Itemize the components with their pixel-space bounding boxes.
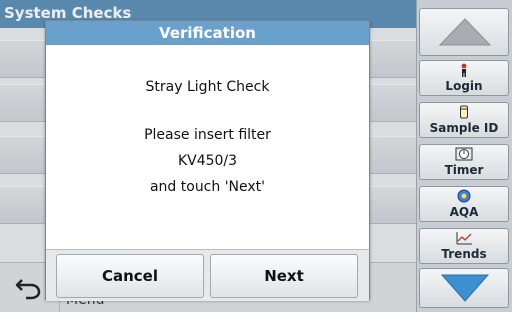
aqa-button[interactable]: AQA — [419, 186, 509, 222]
sample-id-label: Sample ID — [429, 121, 499, 135]
dialog-filter-name: KV450/3 — [177, 153, 238, 169]
trends-button[interactable]: Trends — [419, 228, 509, 264]
login-button[interactable]: Login — [419, 60, 509, 96]
person-icon — [420, 63, 508, 80]
next-button[interactable]: Next — [210, 254, 358, 298]
triangle-up-icon — [438, 18, 492, 46]
dialog-instruction-line3: and touch 'Next' — [149, 179, 266, 195]
dialog-instruction-line1: Please insert filter — [144, 127, 271, 143]
dialog-heading: Stray Light Check — [145, 79, 270, 95]
timer-icon — [420, 147, 508, 164]
verification-dialog: Verification Stray Light Check Please in… — [45, 20, 370, 301]
dialog-footer: Cancel Next — [46, 249, 369, 301]
next-label: Next — [264, 267, 304, 285]
cancel-label: Cancel — [101, 267, 158, 285]
dialog-title: Verification — [46, 21, 369, 45]
aqa-label: AQA — [449, 205, 479, 219]
trends-label: Trends — [441, 247, 487, 261]
scroll-down-button[interactable] — [419, 268, 509, 308]
login-label: Login — [445, 79, 483, 93]
sample-id-icon — [420, 105, 508, 122]
scroll-up-button[interactable] — [419, 8, 509, 56]
triangle-down-icon — [440, 274, 490, 302]
aqa-icon — [420, 189, 508, 206]
sample-id-button[interactable]: Sample ID — [419, 102, 509, 138]
timer-button[interactable]: Timer — [419, 144, 509, 180]
timer-label: Timer — [444, 163, 484, 177]
cancel-button[interactable]: Cancel — [56, 254, 204, 298]
trends-icon — [420, 231, 508, 248]
